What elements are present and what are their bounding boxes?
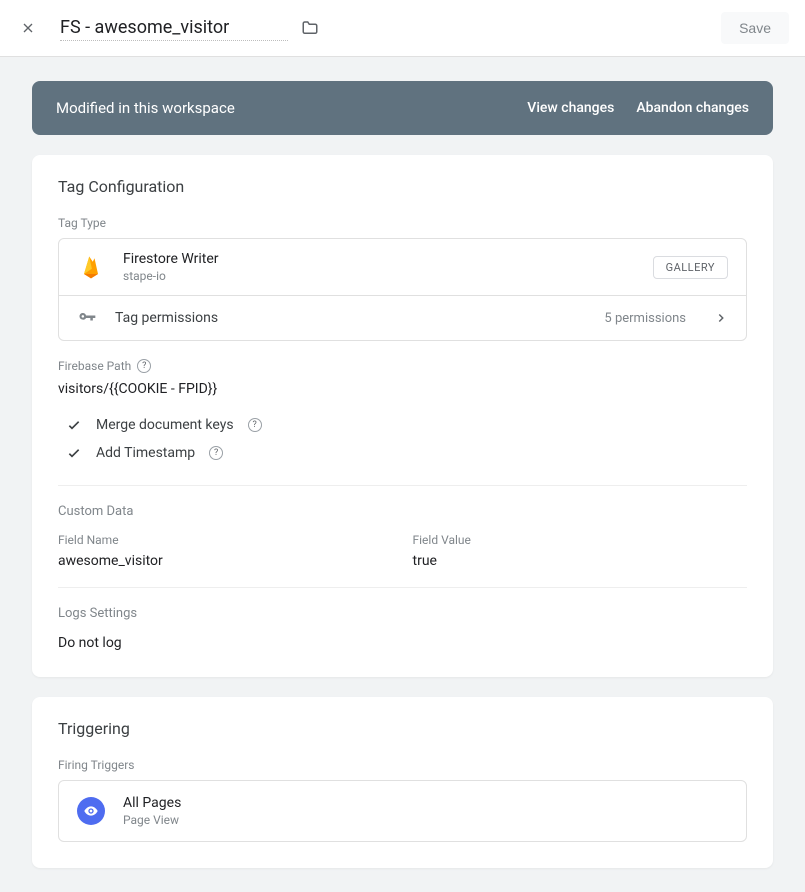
- tag-name-input[interactable]: [60, 15, 288, 41]
- tag-type-author: stape-io: [123, 269, 219, 283]
- field-value-label: Field Value: [413, 533, 748, 547]
- field-value-value: true: [413, 553, 748, 569]
- content-area: Modified in this workspace View changes …: [0, 57, 805, 892]
- field-name-value: awesome_visitor: [58, 553, 393, 569]
- tag-type-name: Firestore Writer: [123, 251, 219, 267]
- merge-option-label: Merge document keys: [96, 417, 234, 433]
- field-name-label: Field Name: [58, 533, 393, 547]
- logs-settings-heading: Logs Settings: [58, 606, 747, 621]
- banner-text: Modified in this workspace: [56, 99, 235, 117]
- firing-triggers-label: Firing Triggers: [58, 758, 747, 772]
- firebase-path-block: Firebase Path ? visitors/{{COOKIE - FPID…: [58, 359, 747, 397]
- tag-permissions-row[interactable]: Tag permissions 5 permissions: [59, 295, 746, 340]
- chevron-right-icon: [714, 311, 728, 325]
- tag-permissions-label: Tag permissions: [115, 310, 218, 326]
- header-bar: Save: [0, 0, 805, 57]
- trigger-row[interactable]: All Pages Page View: [59, 781, 746, 841]
- check-icon: [66, 445, 82, 461]
- divider: [58, 587, 747, 588]
- permissions-count: 5 permissions: [604, 311, 686, 326]
- help-icon[interactable]: ?: [248, 418, 262, 432]
- custom-data-grid: Field Name awesome_visitor Field Value t…: [58, 533, 747, 569]
- firebase-path-value: visitors/{{COOKIE - FPID}}: [58, 381, 747, 397]
- timestamp-option-row: Add Timestamp ?: [58, 439, 747, 467]
- tag-configuration-heading: Tag Configuration: [58, 177, 747, 196]
- tag-type-box: Firestore Writer stape-io GALLERY Tag pe…: [58, 238, 747, 341]
- gallery-badge[interactable]: GALLERY: [653, 256, 728, 279]
- trigger-text: All Pages Page View: [123, 795, 181, 827]
- field-value-column: Field Value true: [413, 533, 748, 569]
- merge-option-row: Merge document keys ?: [58, 411, 747, 439]
- tag-type-row[interactable]: Firestore Writer stape-io GALLERY: [59, 239, 746, 295]
- triggering-card: Triggering Firing Triggers All Pages Pag…: [32, 697, 773, 868]
- folder-icon[interactable]: [300, 19, 320, 37]
- view-changes-link[interactable]: View changes: [527, 100, 614, 116]
- triggers-box: All Pages Page View: [58, 780, 747, 842]
- triggering-heading: Triggering: [58, 719, 747, 738]
- field-name-column: Field Name awesome_visitor: [58, 533, 393, 569]
- check-icon: [66, 417, 82, 433]
- tag-type-label: Tag Type: [58, 216, 747, 230]
- close-icon: [20, 20, 36, 36]
- timestamp-option-label: Add Timestamp: [96, 445, 195, 461]
- abandon-changes-link[interactable]: Abandon changes: [636, 100, 749, 116]
- title-wrap: [60, 15, 320, 41]
- divider: [58, 485, 747, 486]
- help-icon[interactable]: ?: [209, 446, 223, 460]
- key-icon: [77, 308, 97, 328]
- trigger-name: All Pages: [123, 795, 181, 811]
- close-button[interactable]: [16, 16, 40, 40]
- banner-actions: View changes Abandon changes: [527, 100, 749, 116]
- help-icon[interactable]: ?: [137, 359, 151, 373]
- tag-configuration-card: Tag Configuration Tag Type Firestore Wri…: [32, 155, 773, 677]
- eye-icon: [77, 797, 105, 825]
- save-button[interactable]: Save: [721, 12, 789, 44]
- trigger-type: Page View: [123, 813, 181, 827]
- custom-data-heading: Custom Data: [58, 504, 747, 519]
- tag-type-text: Firestore Writer stape-io: [123, 251, 219, 283]
- firebase-path-label: Firebase Path ?: [58, 359, 747, 373]
- modified-banner: Modified in this workspace View changes …: [32, 81, 773, 135]
- firestore-icon: [77, 253, 105, 281]
- logs-settings-value: Do not log: [58, 635, 747, 651]
